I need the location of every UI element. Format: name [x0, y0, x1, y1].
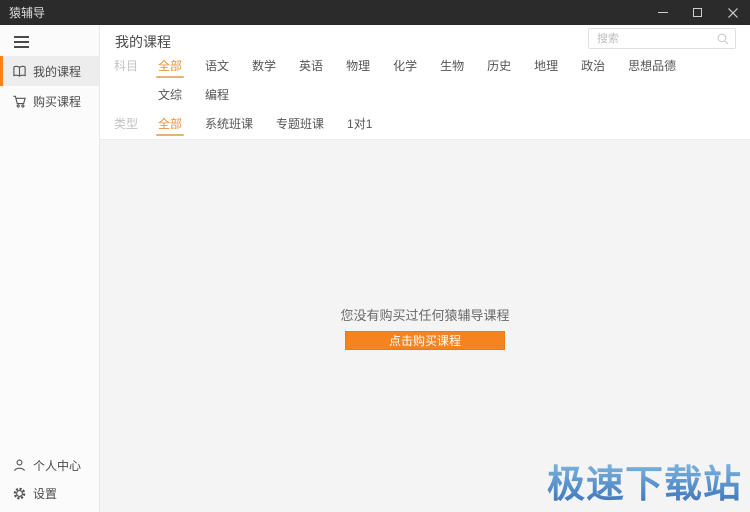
type-filter-row: 类型 全部 系统班课 专题班课 1对1	[100, 110, 750, 139]
sidebar-item-label: 购买课程	[33, 94, 82, 109]
header-section: 我的课程 科目 全部语文数学英语物理化学生物历史地理政治思想品德文综编程	[100, 25, 750, 140]
subject-tab[interactable]: 编程	[205, 81, 229, 110]
sidebar-item-my-courses[interactable]: 我的课程	[0, 56, 99, 86]
sidebar-footer: 个人中心 设置	[0, 451, 99, 507]
app-title: 猿辅导	[9, 6, 46, 20]
subject-tab[interactable]: 物理	[346, 52, 370, 81]
type-tabs: 全部 系统班课 专题班课 1对1	[155, 110, 750, 139]
minimize-icon	[657, 12, 668, 13]
menu-toggle-button[interactable]	[0, 25, 99, 56]
subject-filter-row: 科目 全部 语文 数学 英语 物理 化学 生物 历史 地理 政治 思想品德文综 编程	[100, 52, 750, 110]
close-icon	[727, 7, 738, 18]
window-controls	[645, 0, 750, 25]
subject-tab[interactable]: 历史	[487, 52, 511, 81]
type-tab[interactable]: 专题班课	[276, 110, 324, 139]
type-tab[interactable]: 系统班课	[205, 110, 253, 139]
titlebar: 猿辅导	[0, 0, 750, 25]
subject-tab[interactable]: 政治	[581, 52, 605, 81]
book-icon	[12, 64, 27, 79]
subject-tab[interactable]: 语文	[205, 52, 229, 81]
content-area: 您没有购买过任何猿辅导课程 点击购买课程 极速下载站	[100, 140, 750, 512]
page-title: 我的课程	[115, 34, 171, 50]
close-button[interactable]	[715, 0, 750, 25]
buy-courses-button[interactable]: 点击购买课程	[345, 331, 505, 350]
sidebar-item-label: 我的课程	[33, 64, 82, 79]
main-panel: 我的课程 科目 全部语文数学英语物理化学生物历史地理政治思想品德文综编程	[100, 25, 750, 512]
sidebar-item-settings[interactable]: 设置	[0, 479, 99, 507]
subject-filter-label: 科目	[114, 59, 139, 73]
subject-tab[interactable]: 生物	[440, 52, 464, 81]
hamburger-icon	[14, 36, 29, 38]
search-icon	[717, 33, 729, 45]
subject-tab[interactable]: 数学	[252, 52, 276, 81]
subject-tab[interactable]: 地理	[534, 52, 558, 81]
watermark: 极速下载站	[547, 453, 742, 508]
sidebar-item-personal-center[interactable]: 个人中心	[0, 451, 99, 479]
search-box	[588, 28, 736, 49]
subject-tab[interactable]: 文综	[158, 81, 182, 110]
minimize-button[interactable]	[645, 0, 680, 25]
maximize-button[interactable]	[680, 0, 715, 25]
sidebar-item-label: 设置	[33, 486, 58, 501]
sidebar-item-buy-courses[interactable]: 购买课程	[0, 86, 99, 116]
sidebar-item-label: 个人中心	[33, 458, 82, 473]
maximize-icon	[693, 8, 702, 17]
app-window: 猿辅导 我的课程 购买课程 个人中心 设置 我的课程 搜索 科目 全部 语文 数…	[0, 0, 750, 512]
type-tab[interactable]: 全部	[155, 110, 185, 139]
empty-state-message: 您没有购买过任何猿辅导课程	[340, 308, 510, 323]
subject-tabs: 全部 语文 数学 英语 物理 化学 生物 历史 地理 政治 思想品德文综 编程	[155, 52, 750, 110]
cart-icon	[12, 94, 27, 109]
subject-tab[interactable]: 英语	[299, 52, 323, 81]
type-filter-label: 类型	[114, 117, 139, 131]
subject-tab[interactable]: 思想品德	[628, 52, 676, 81]
subject-tab[interactable]: 化学	[393, 52, 417, 81]
person-icon	[12, 458, 27, 473]
empty-state: 您没有购买过任何猿辅导课程 点击购买课程	[100, 305, 750, 350]
type-tab[interactable]: 1对1	[347, 110, 372, 139]
gear-icon	[12, 486, 27, 501]
sidebar: 我的课程 购买课程 个人中心 设置	[0, 25, 100, 512]
search-input[interactable]	[589, 29, 735, 49]
subject-tab[interactable]: 全部	[155, 52, 185, 81]
